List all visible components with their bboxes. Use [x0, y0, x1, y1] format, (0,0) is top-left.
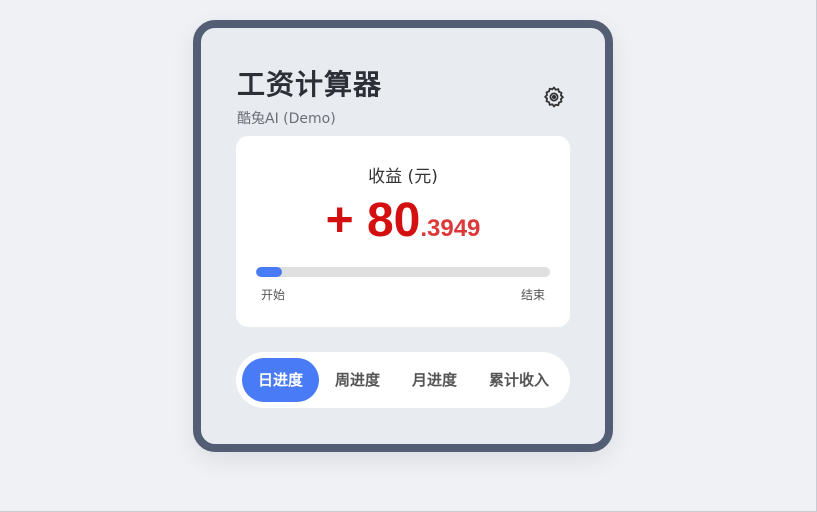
earnings-fraction: .3949	[420, 215, 481, 242]
tab-cumulative-income[interactable]: 累计收入	[473, 358, 565, 402]
page: 工资计算器 酷兔AI (Demo) 收益 (元) + 80.3949 开始 结束	[0, 0, 817, 512]
progress-bar	[256, 267, 550, 277]
earnings-card: 收益 (元) + 80.3949 开始 结束	[236, 136, 570, 327]
period-tabs: 日进度 周进度 月进度 累计收入	[236, 352, 570, 408]
page-title: 工资计算器	[237, 68, 383, 101]
calculator-card: 工资计算器 酷兔AI (Demo) 收益 (元) + 80.3949 开始 结束	[193, 20, 613, 452]
earnings-label: 收益 (元)	[368, 167, 438, 187]
tab-monthly-progress[interactable]: 月进度	[396, 358, 473, 402]
header: 工资计算器 酷兔AI (Demo)	[237, 68, 382, 128]
progress-fill	[256, 267, 283, 277]
progress-start-label: 开始	[261, 288, 286, 302]
earnings-integer: + 80	[325, 194, 421, 247]
progress-end-label: 结束	[520, 288, 545, 302]
settings-button[interactable]	[541, 86, 567, 112]
gear-icon	[542, 85, 566, 113]
earnings-value: + 80.3949	[236, 194, 570, 248]
tab-weekly-progress[interactable]: 周进度	[319, 358, 396, 402]
tab-daily-progress[interactable]: 日进度	[242, 358, 320, 402]
page-subtitle: 酷兔AI (Demo)	[237, 111, 336, 127]
